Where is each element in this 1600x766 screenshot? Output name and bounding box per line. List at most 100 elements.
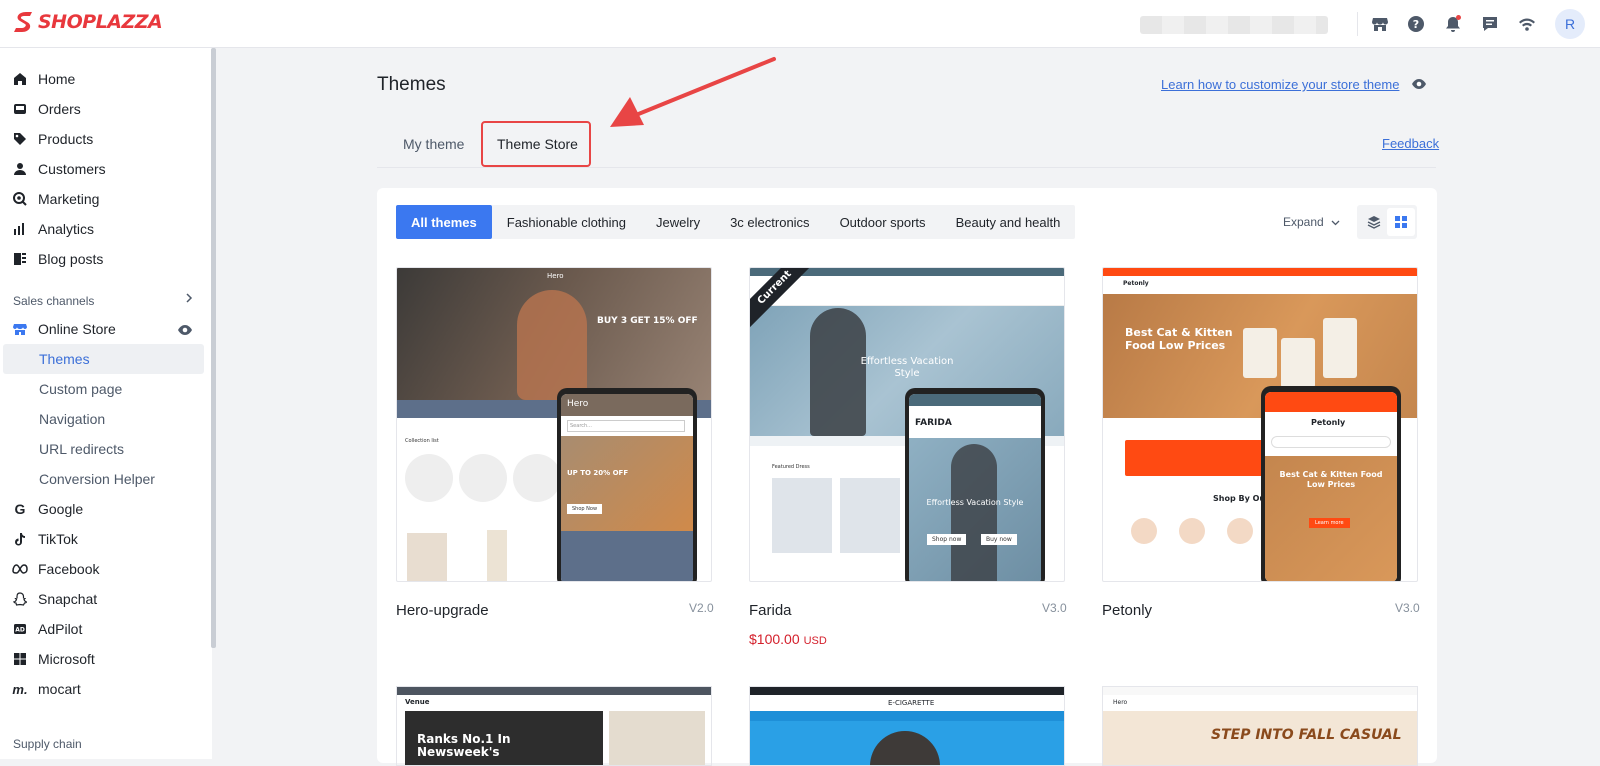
sidebar-item-label: Products <box>38 131 94 147</box>
orders-icon <box>12 101 28 117</box>
snapchat-icon <box>12 591 28 607</box>
online-store-icon <box>12 321 28 337</box>
wifi-icon[interactable] <box>1515 12 1539 36</box>
theme-name[interactable]: Hero-upgrade <box>396 602 489 619</box>
preview-eye-icon[interactable] <box>1411 77 1427 95</box>
hero-fall-brand: Hero <box>1113 699 1128 706</box>
theme-preview-e-cigarette[interactable]: E-CIGARETTE <box>749 686 1065 766</box>
shoplazza-logo[interactable]: SHOPLAZZA <box>12 10 163 34</box>
sidebar-item-microsoft[interactable]: Microsoft <box>0 644 204 674</box>
farida-mobile-headline: Effortless Vacation Style <box>926 498 1024 507</box>
theme-preview-venue[interactable]: Venue Ranks No.1 In Newsweek's <box>396 686 712 766</box>
theme-version: V3.0 <box>1395 601 1420 615</box>
sidebar-item-label: mocart <box>38 681 81 697</box>
eye-icon[interactable] <box>177 323 193 341</box>
google-icon: G <box>14 501 26 517</box>
sidebar-item-tiktok[interactable]: TikTok <box>0 524 204 554</box>
sidebar-item-label: Google <box>38 501 84 517</box>
theme-name[interactable]: Petonly <box>1102 602 1152 619</box>
sidebar-item-label: Marketing <box>38 191 100 207</box>
filter-jewelry[interactable]: Jewelry <box>641 205 715 239</box>
svg-text:?: ? <box>1413 18 1419 31</box>
meta-icon <box>12 561 28 577</box>
filter-beauty-health[interactable]: Beauty and health <box>941 205 1076 239</box>
filter-3c-electronics[interactable]: 3c electronics <box>715 205 824 239</box>
hero-collection-circle <box>513 454 561 502</box>
sidebar-item-label: Microsoft <box>38 651 95 667</box>
learn-customize-link[interactable]: Learn how to customize your store theme <box>1161 77 1399 92</box>
hero-product-image <box>487 530 507 581</box>
sidebar-item-label: Home <box>38 71 76 87</box>
account-name-blurred <box>1140 16 1328 34</box>
sidebar-item-label: Customers <box>38 161 106 177</box>
farida-product-image <box>772 478 832 553</box>
sidebar-sub-item-themes[interactable]: Themes <box>3 344 204 374</box>
chevron-right-icon[interactable] <box>184 291 194 309</box>
sidebar-item-label: Blog posts <box>38 251 104 267</box>
view-toggle <box>1357 205 1417 239</box>
logo-mark-icon <box>14 12 32 32</box>
grid-view-icon[interactable] <box>1387 208 1415 236</box>
tag-icon <box>12 131 28 147</box>
divider <box>1357 12 1358 36</box>
layers-view-icon[interactable] <box>1360 208 1388 236</box>
sidebar-item-products[interactable]: Products <box>0 124 204 154</box>
sidebar-sub-item-navigation[interactable]: Navigation <box>3 404 204 434</box>
petonly-section-title: Shop By Ou <box>1213 494 1266 503</box>
category-filters: All themes Fashionable clothing Jewelry … <box>396 205 1076 239</box>
petonly-learn-button: Learn more <box>1309 518 1350 528</box>
sidebar-item-home[interactable]: Home <box>0 64 204 94</box>
hero-product-image <box>407 533 447 581</box>
filter-outdoor-sports[interactable]: Outdoor sports <box>825 205 941 239</box>
hero-mobile-button: Shop Now <box>567 504 603 514</box>
theme-name[interactable]: Farida <box>749 602 792 619</box>
filter-fashionable-clothing[interactable]: Fashionable clothing <box>492 205 641 239</box>
petonly-mobile-frame: Petonly Best Cat & Kitten Food Low Price… <box>1261 386 1401 581</box>
sidebar-sub-item-url-redirects[interactable]: URL redirects <box>3 434 204 464</box>
sidebar-item-customers[interactable]: Customers <box>0 154 204 184</box>
chat-icon[interactable] <box>1478 12 1502 36</box>
tab-my-theme[interactable]: My theme <box>403 120 464 168</box>
avatar[interactable]: R <box>1555 9 1585 39</box>
petonly-mobile-headline: Best Cat & Kitten Food Low Prices <box>1279 470 1383 489</box>
brand-name: SHOPLAZZA <box>38 11 163 33</box>
sidebar-item-label: Facebook <box>38 561 100 577</box>
sidebar: Home Orders Products Customers Marketing… <box>0 48 212 759</box>
sales-channels-label: Sales channels <box>13 294 95 308</box>
sidebar-item-google[interactable]: G Google <box>0 494 204 524</box>
hero-section-title: Collection list <box>405 438 439 444</box>
sidebar-scrollbar[interactable] <box>211 48 216 648</box>
farida-product-image <box>840 478 900 553</box>
venue-headline: Ranks No.1 In Newsweek's <box>417 732 511 759</box>
price-amount: $100.00 <box>749 631 800 647</box>
sidebar-sub-item-custom-page[interactable]: Custom page <box>3 374 204 404</box>
sidebar-item-adpilot[interactable]: AD AdPilot <box>0 614 204 644</box>
theme-preview-hero[interactable]: Hero BUY 3 GET 15% OFF Collection list H… <box>396 267 712 582</box>
theme-preview-hero-fall[interactable]: Hero STEP INTO FALL CASUAL <box>1102 686 1418 766</box>
theme-version: V2.0 <box>689 601 714 615</box>
sidebar-item-snapchat[interactable]: Snapchat <box>0 584 204 614</box>
sidebar-item-blog-posts[interactable]: Blog posts <box>0 244 204 274</box>
theme-price: $100.00 USD <box>749 631 827 647</box>
annotation-highlight-box <box>481 121 591 167</box>
expand-dropdown[interactable]: Expand <box>1283 215 1340 229</box>
feedback-link[interactable]: Feedback <box>1382 136 1439 151</box>
sidebar-item-online-store[interactable]: Online Store <box>0 314 204 344</box>
bell-icon[interactable] <box>1441 12 1465 36</box>
home-icon <box>12 71 28 87</box>
sidebar-item-analytics[interactable]: Analytics <box>0 214 204 244</box>
store-icon[interactable] <box>1368 12 1392 36</box>
filter-all-themes[interactable]: All themes <box>396 205 492 239</box>
sidebar-sub-item-conversion-helper[interactable]: Conversion Helper <box>3 464 204 494</box>
hero-mobile-promo: UP TO 20% OFF <box>567 469 629 477</box>
sidebar-item-facebook[interactable]: Facebook <box>0 554 204 584</box>
hero-mobile-search: Search... <box>567 420 685 432</box>
theme-preview-petonly[interactable]: Petonly Best Cat & Kitten Food Low Price… <box>1102 267 1418 582</box>
sidebar-item-mocart[interactable]: m. mocart <box>0 674 204 704</box>
help-icon[interactable]: ? <box>1404 12 1428 36</box>
theme-preview-farida[interactable]: Effortless Vacation Style Featured Dress… <box>749 267 1065 582</box>
hero-collection-circle <box>459 454 507 502</box>
sidebar-item-marketing[interactable]: Marketing <box>0 184 204 214</box>
sidebar-item-label: Snapchat <box>38 591 98 607</box>
sidebar-item-orders[interactable]: Orders <box>0 94 204 124</box>
